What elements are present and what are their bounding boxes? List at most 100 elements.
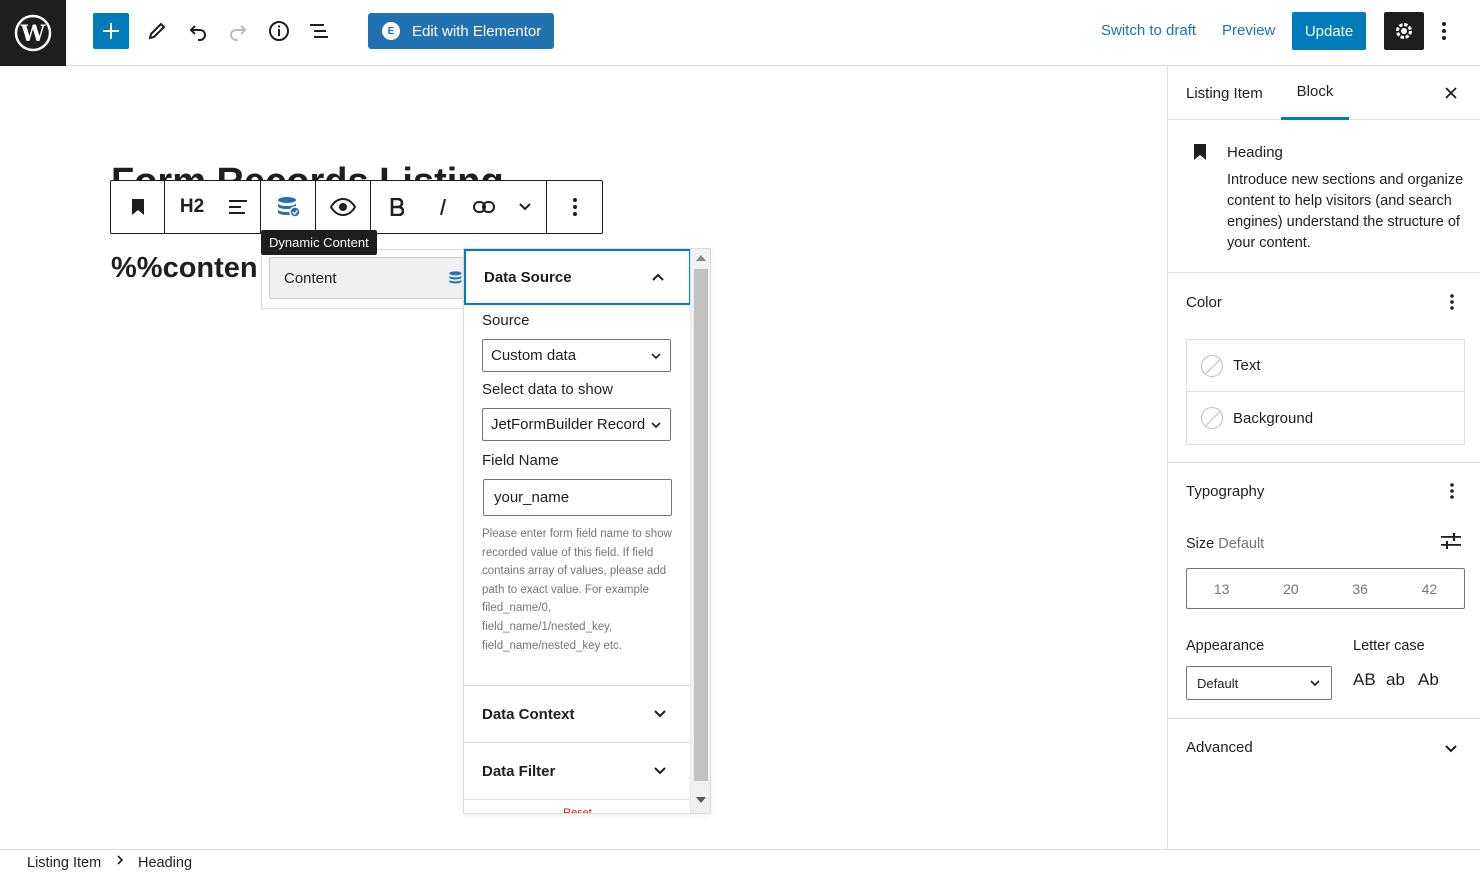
heading-bookmark-icon [1193, 143, 1207, 166]
details-info-icon[interactable] [261, 13, 297, 49]
block-toolbar: H2 [110, 180, 603, 234]
switch-to-draft-button[interactable]: Switch to draft [1101, 22, 1196, 39]
options-kebab-icon[interactable] [1434, 18, 1454, 44]
capitalize-button[interactable]: Ab [1418, 670, 1439, 690]
color-text-item[interactable]: Text [1187, 340, 1464, 392]
block-card-title: Heading [1227, 144, 1283, 161]
scroll-up-arrow-icon[interactable] [696, 255, 706, 261]
chevron-down-icon [1310, 680, 1320, 687]
breadcrumb-separator-chevron-icon [116, 854, 124, 870]
dynamic-content-group [261, 181, 316, 233]
undo-icon[interactable] [180, 13, 216, 49]
format-group [371, 181, 547, 233]
elementor-button-label: Edit with Elementor [412, 22, 542, 40]
editor-header: W E Edit with Elementor Switch to draft … [0, 0, 1480, 66]
chevron-down-icon [651, 421, 661, 428]
elementor-icon: E [382, 22, 400, 40]
dynamic-settings-popover: Data Source Source Custom data Select da… [463, 248, 711, 814]
color-options-kebab-icon[interactable] [1444, 291, 1460, 313]
no-color-swatch-icon [1201, 354, 1223, 377]
scroll-down-arrow-icon[interactable] [696, 797, 706, 803]
appearance-select-value: Default [1197, 675, 1239, 691]
color-background-label: Background [1233, 409, 1314, 427]
lowercase-button[interactable]: ab [1386, 670, 1405, 690]
add-block-button[interactable] [93, 13, 129, 49]
chevron-down-icon [651, 352, 661, 359]
custom-size-sliders-icon[interactable] [1440, 532, 1462, 555]
svg-text:W: W [20, 21, 46, 47]
data-source-toggle[interactable]: Data Source [464, 249, 691, 305]
sidebar-tabs: Listing Item Block [1168, 66, 1480, 120]
color-list: Text Background [1186, 339, 1465, 445]
bookmark-icon[interactable] [111, 181, 164, 233]
tab-listing-item[interactable]: Listing Item [1186, 66, 1263, 120]
font-size-option[interactable]: 13 [1187, 569, 1256, 608]
block-card: Heading Introduce new sections and organ… [1168, 120, 1480, 273]
scrollbar-thumb[interactable] [694, 269, 708, 781]
select-data-value: JetFormBuilder Record F [491, 416, 647, 433]
close-sidebar-icon[interactable] [1440, 82, 1462, 104]
redo-icon[interactable] [220, 13, 256, 49]
italic-icon[interactable] [423, 181, 463, 233]
source-label: Source [482, 312, 530, 329]
data-filter-title: Data Filter [482, 762, 556, 780]
heading-level-group: H2 [165, 181, 261, 233]
font-size-picker: 13 20 36 42 [1186, 568, 1465, 609]
select-data-dropdown[interactable]: JetFormBuilder Record F [482, 408, 671, 441]
data-source-title: Data Source [484, 268, 572, 286]
data-context-toggle[interactable]: Data Context [464, 685, 691, 742]
visibility-eye-icon[interactable] [316, 181, 370, 233]
tab-block[interactable]: Block [1281, 66, 1349, 120]
preview-button[interactable]: Preview [1222, 22, 1275, 39]
align-left-icon[interactable] [219, 181, 259, 233]
font-size-option[interactable]: 20 [1256, 569, 1325, 608]
advanced-panel-toggle[interactable]: Advanced [1168, 719, 1480, 777]
bold-icon[interactable] [371, 181, 423, 233]
appearance-select[interactable]: Default [1186, 666, 1332, 700]
settings-sidebar: Listing Item Block Heading Introduce new… [1167, 66, 1480, 849]
dynamic-content-database-icon[interactable] [261, 181, 315, 233]
breadcrumb-heading[interactable]: Heading [138, 855, 192, 871]
options-group [547, 181, 602, 233]
list-view-icon[interactable] [301, 13, 337, 49]
typography-options-kebab-icon[interactable] [1444, 480, 1460, 502]
dynamic-content-item-label: Content [284, 269, 337, 287]
appearance-label: Appearance [1186, 638, 1265, 654]
font-size-option[interactable]: 36 [1326, 569, 1395, 608]
heading-level-button[interactable]: H2 [165, 181, 219, 233]
color-background-item[interactable]: Background [1187, 392, 1464, 444]
popover-scrollbar[interactable] [690, 249, 710, 813]
font-size-option[interactable]: 42 [1395, 569, 1464, 608]
edit-with-elementor-button[interactable]: E Edit with Elementor [368, 13, 554, 49]
settings-gear-icon[interactable] [1384, 12, 1424, 50]
advanced-panel-title: Advanced [1186, 739, 1253, 756]
uppercase-button[interactable]: AB [1353, 670, 1376, 690]
edit-pen-icon[interactable] [139, 13, 175, 49]
color-panel-title: Color [1186, 294, 1222, 311]
reset-button[interactable]: Reset [464, 799, 691, 813]
no-color-swatch-icon [1201, 407, 1223, 429]
content-heading-block[interactable]: %%conten [111, 252, 258, 285]
font-size-label: Size Default [1186, 536, 1264, 552]
more-formats-chevron-icon[interactable] [505, 181, 545, 233]
block-options-kebab-icon[interactable] [547, 181, 602, 233]
source-select-value: Custom data [491, 347, 577, 364]
data-filter-toggle[interactable]: Data Filter [464, 742, 691, 799]
data-context-title: Data Context [482, 705, 575, 723]
link-icon[interactable] [463, 181, 505, 233]
block-breadcrumb: Listing Item Heading [0, 849, 1480, 872]
dynamic-content-popover: Content [261, 249, 469, 309]
wordpress-logo-icon[interactable]: W [0, 0, 66, 66]
dynamic-content-item-database-icon [448, 270, 464, 291]
dynamic-content-item-content[interactable]: Content [269, 257, 469, 299]
field-name-input[interactable]: your_name [483, 479, 672, 516]
dynamic-content-tooltip: Dynamic Content [261, 230, 377, 255]
source-select[interactable]: Custom data [482, 339, 671, 372]
font-size-label-text: Size [1186, 536, 1215, 552]
visibility-group [316, 181, 371, 233]
dynamic-settings-content: Data Source Source Custom data Select da… [464, 249, 691, 813]
chevron-down-icon [654, 710, 666, 718]
update-button[interactable]: Update [1292, 12, 1366, 50]
color-text-label: Text [1233, 357, 1261, 374]
breadcrumb-listing-item[interactable]: Listing Item [27, 855, 101, 871]
